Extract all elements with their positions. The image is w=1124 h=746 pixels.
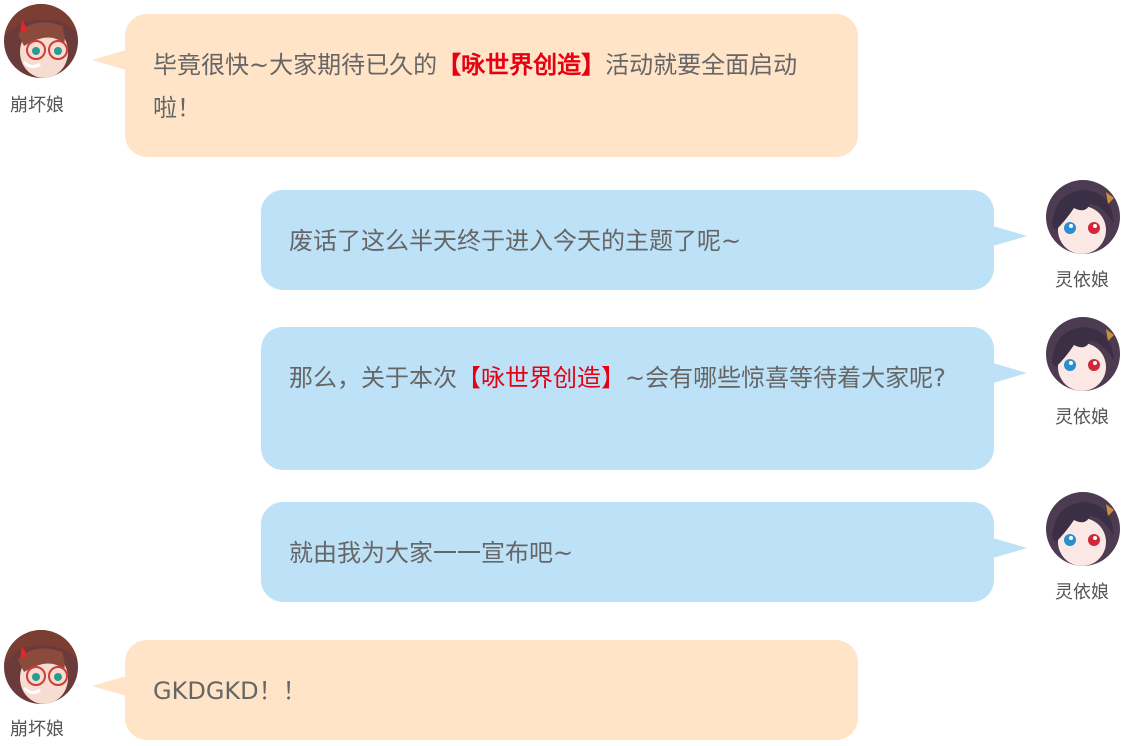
message-text: ~会有哪些惊喜等待着大家呢? bbox=[625, 364, 946, 392]
lingyi-girl-avatar-icon[interactable] bbox=[1046, 180, 1120, 254]
honkai-girl-avatar-icon[interactable] bbox=[4, 630, 78, 704]
message-bubble: 毕竟很快~大家期待已久的【咏世界创造】活动就要全面启动啦！ bbox=[125, 14, 858, 157]
message-text: GKDGKD！！ bbox=[153, 677, 307, 705]
event-highlight: 【咏世界创造】 bbox=[437, 51, 606, 79]
speaker-name: 灵依娘 bbox=[1055, 270, 1109, 291]
speaker-name: 崩坏娘 bbox=[10, 95, 64, 116]
bubble-tail bbox=[993, 363, 1027, 383]
bubble-tail bbox=[993, 538, 1027, 558]
message-bubble: 废话了这么半天终于进入今天的主题了呢~ bbox=[261, 190, 994, 290]
message-bubble: GKDGKD！！ bbox=[125, 640, 858, 740]
message-text: 毕竟很快~大家期待已久的 bbox=[153, 51, 438, 79]
speaker-name: 灵依娘 bbox=[1055, 582, 1109, 603]
message-text: 废话了这么半天终于进入今天的主题了呢~ bbox=[289, 227, 742, 255]
event-highlight: 【咏世界创造】 bbox=[457, 364, 625, 392]
chat-message: 崩坏娘 毕竟很快~大家期待已久的【咏世界创造】活动就要全面启动啦！ bbox=[0, 0, 1124, 170]
chat-message: 那么，关于本次【咏世界创造】~会有哪些惊喜等待着大家呢? 灵依娘 bbox=[0, 313, 1124, 478]
chat-message: 废话了这么半天终于进入今天的主题了呢~ 灵依娘 bbox=[0, 176, 1124, 296]
bubble-tail bbox=[993, 226, 1027, 246]
chat-message: 就由我为大家一一宣布吧~ 灵依娘 bbox=[0, 488, 1124, 618]
honkai-girl-avatar-icon[interactable] bbox=[4, 4, 78, 78]
message-bubble: 那么，关于本次【咏世界创造】~会有哪些惊喜等待着大家呢? bbox=[261, 327, 994, 470]
chat-message: 崩坏娘 GKDGKD！！ bbox=[0, 626, 1124, 746]
message-text: 就由我为大家一一宣布吧~ bbox=[289, 539, 574, 567]
lingyi-girl-avatar-icon[interactable] bbox=[1046, 317, 1120, 391]
lingyi-girl-avatar-icon[interactable] bbox=[1046, 492, 1120, 566]
speaker-name: 灵依娘 bbox=[1055, 407, 1109, 428]
message-text: 那么，关于本次 bbox=[289, 364, 457, 392]
message-bubble: 就由我为大家一一宣布吧~ bbox=[261, 502, 994, 602]
bubble-tail bbox=[92, 50, 126, 70]
speaker-name: 崩坏娘 bbox=[10, 719, 64, 740]
bubble-tail bbox=[92, 676, 126, 696]
